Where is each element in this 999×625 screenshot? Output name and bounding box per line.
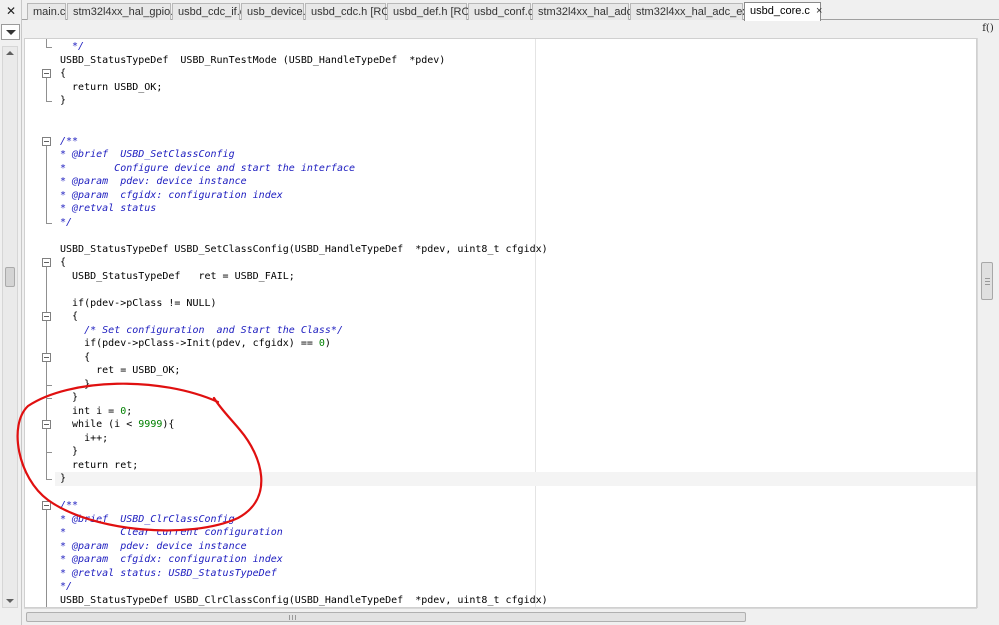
fold-collapse-icon[interactable]: [42, 501, 51, 510]
tab-usbd-core-c[interactable]: usbd_core.c ×: [744, 2, 822, 21]
tab-label: usbd_conf.c: [474, 6, 534, 18]
code-line: }: [60, 473, 67, 484]
tab-label: usbd_core.c: [750, 5, 810, 17]
tab-stm32l4xx-hal-gpio-c[interactable]: stm32l4xx_hal_gpio.c: [67, 3, 179, 20]
code-line: }: [60, 95, 67, 106]
vertical-scroll-thumb[interactable]: [981, 262, 993, 300]
code-line: */: [60, 41, 85, 52]
horizontal-scroll-thumb[interactable]: [26, 612, 746, 622]
tab-label: stm32l4xx_hal_gpio.c: [73, 6, 179, 18]
right-margin-guide: [535, 39, 536, 607]
code-line: */: [60, 216, 73, 228]
code-line: while (i < 9999){: [60, 419, 175, 430]
function-list-icon[interactable]: f(): [979, 21, 997, 37]
panel-dropdown[interactable]: [1, 24, 20, 40]
code-editor[interactable]: */ USBD_StatusTypeDef USBD_RunTestMode (U…: [24, 38, 977, 608]
fold-collapse-icon[interactable]: [42, 312, 51, 321]
tab-label: usbd_cdc.h [RO]: [311, 6, 393, 18]
scroll-thumb[interactable]: [5, 267, 15, 287]
code-line: /**: [60, 500, 79, 511]
tab-stm32l4xx-hal-adc-ex-c[interactable]: stm32l4xx_hal_adc_ex.c: [630, 3, 756, 20]
code-line: ret = USBD_OK;: [60, 365, 181, 376]
fold-collapse-icon[interactable]: [42, 258, 51, 267]
code-line: USBD_StatusTypeDef USBD_ClrClassConfig(U…: [60, 594, 548, 606]
close-tab-icon[interactable]: ×: [816, 5, 822, 17]
code-line: * @param pdev: device instance: [60, 176, 247, 187]
close-icon[interactable]: ✕: [4, 4, 18, 18]
code-line: USBD_StatusTypeDef USBD_SetClassConfig(U…: [60, 243, 548, 255]
code-line: * @brief USBD_ClrClassConfig: [60, 513, 235, 525]
tab-usbd-cdc-h-ro[interactable]: usbd_cdc.h [RO]: [305, 3, 393, 20]
editor-vertical-scrollbar[interactable]: [977, 38, 997, 608]
tab-usb-device-c[interactable]: usb_device.c: [241, 3, 311, 20]
left-panel-scrollbar[interactable]: [2, 46, 18, 608]
scroll-down-icon[interactable]: [6, 599, 14, 603]
ide-window: ✕ main.c stm32l4xx_hal_gpio.c usbd_cdc_if.…: [0, 0, 999, 625]
tab-label: stm32l4xx_hal_adc.c: [538, 6, 641, 18]
code-line: * @retval status: USBD_StatusTypeDef: [60, 567, 277, 579]
left-panel: ✕: [0, 0, 22, 625]
fold-collapse-icon[interactable]: [42, 136, 51, 146]
code-line: USBD_StatusTypeDef ret = USBD_FAIL;: [60, 270, 295, 282]
code-line: if(pdev->pClass->Init(pdev, cfgidx) == 0…: [60, 338, 331, 349]
code-line: * @brief USBD_SetClassConfig: [60, 149, 235, 160]
code-line: {: [60, 68, 67, 79]
tab-main-c[interactable]: main.c: [27, 3, 66, 20]
editor-horizontal-scrollbar[interactable]: [24, 608, 977, 625]
tab-label: usb_device.c: [247, 6, 312, 18]
code-line: * Clear current configuration: [60, 527, 283, 538]
tab-usbd-conf-c[interactable]: usbd_conf.c: [468, 3, 534, 20]
code-line: USBD_StatusTypeDef USBD_RunTestMode (USB…: [60, 54, 446, 66]
tab-stm32l4xx-hal-adc-c[interactable]: stm32l4xx_hal_adc.c: [532, 3, 641, 20]
tab-usbd-cdc-if-c[interactable]: usbd_cdc_if.c: [172, 3, 245, 20]
code-line: * Configure device and start the interfa…: [60, 162, 356, 174]
code-line: }: [60, 378, 91, 390]
editor-tab-bar: main.c stm32l4xx_hal_gpio.c usbd_cdc_if.c u…: [22, 0, 999, 21]
tab-label: usbd_cdc_if.c: [178, 6, 246, 18]
code-line: i++;: [60, 432, 109, 444]
code-line: /**: [60, 135, 79, 147]
fold-collapse-icon[interactable]: [42, 69, 51, 78]
code-line: if(pdev->pClass != NULL): [60, 297, 217, 309]
code-line: * @param cfgidx: configuration index: [60, 189, 283, 201]
code-line: int i = 0;: [60, 405, 133, 417]
fold-collapse-icon[interactable]: [42, 420, 51, 429]
code-line: return ret;: [60, 459, 139, 471]
code-line: }: [60, 446, 79, 457]
code-line: {: [60, 257, 67, 268]
tab-label: usbd_def.h [RO]: [393, 6, 474, 18]
code-line: * @retval status: [60, 203, 157, 214]
code-line: {: [60, 351, 91, 363]
tab-usbd-def-h-ro[interactable]: usbd_def.h [RO]: [387, 3, 473, 20]
code-line: */: [60, 581, 73, 592]
code-line: return USBD_OK;: [60, 81, 163, 93]
code-line: }: [60, 392, 79, 403]
tab-label: stm32l4xx_hal_adc_ex.c: [636, 6, 757, 18]
chevron-down-icon: [6, 30, 16, 35]
tab-label: main.c: [33, 6, 66, 18]
fold-collapse-icon[interactable]: [42, 352, 51, 362]
scroll-up-icon[interactable]: [6, 51, 14, 55]
code-line: /* Set configuration and Start the Class…: [84, 324, 343, 336]
code-line: {: [60, 311, 79, 322]
code-line: * @param cfgidx: configuration index: [60, 554, 283, 565]
code-line: * @param pdev: device instance: [60, 540, 247, 552]
current-line-highlight: [55, 471, 976, 486]
fold-gutter: [25, 39, 55, 607]
